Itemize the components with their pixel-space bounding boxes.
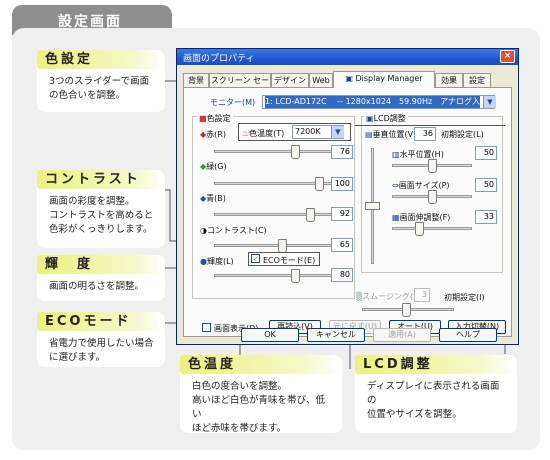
chevron-down-icon[interactable]: ▼ xyxy=(483,96,496,108)
eco-checkbox[interactable]: ✓ xyxy=(251,254,260,263)
screen-size-label: ⇔画面サイズ(P) xyxy=(392,181,450,190)
callout-desc: ディスプレイに表示される画面の 位置やサイズを調整。 xyxy=(367,381,500,420)
callout-title: 色温度 xyxy=(180,355,342,374)
brightness-label: ●輝度(L) xyxy=(200,257,234,266)
callout-desc: 3つのスライダーで画面 の色合いを調整。 xyxy=(49,76,150,101)
smoothing-slider-thumb[interactable] xyxy=(402,303,411,317)
tab-settings[interactable]: 設定 xyxy=(463,73,491,87)
monitor-value: 1: LCD-AD172C -- 1280x1024 59.90Hz アナログ入… xyxy=(265,96,480,108)
smoothing-label: ▒スムージング(S) xyxy=(356,292,422,301)
help-button[interactable]: ヘルプ xyxy=(439,328,497,342)
brightness-icon: ● xyxy=(200,257,207,266)
tab-screensaver[interactable]: スクリーン セーバー xyxy=(209,73,271,98)
color-group-label: ■色設定 xyxy=(197,113,233,124)
dialog-title: 画面のプロパティ xyxy=(183,54,255,64)
callout-contrast: コントラスト 画面の彩度を調整。 コントラストを高めると 色彩がくっきりします。 xyxy=(37,170,165,248)
eco-label: ECOモード(E) xyxy=(263,256,316,265)
dialog-titlebar[interactable]: 画面のプロパティ × xyxy=(177,49,518,65)
contrast-icon: ◑ xyxy=(200,226,207,235)
callout-title: ECOモード xyxy=(37,312,165,331)
callout-title: 輝 度 xyxy=(37,255,165,274)
tab-design[interactable]: デザイン xyxy=(271,73,309,87)
red-value[interactable]: 76 xyxy=(331,145,353,159)
tab-label: Display Manager xyxy=(355,74,423,83)
vpos-slider-thumb[interactable] xyxy=(365,202,380,210)
contrast-label: ◑コントラスト(C) xyxy=(200,226,267,235)
palette-icon: ■ xyxy=(199,114,207,123)
brightness-slider-track xyxy=(214,274,336,277)
tab-effects[interactable]: 効果 xyxy=(435,73,463,87)
blue-value[interactable]: 92 xyxy=(331,207,353,221)
initial-settings-2-label[interactable]: 初期設定(I) xyxy=(444,292,485,303)
hpos-slider-thumb[interactable] xyxy=(428,159,437,173)
callout-lcd-adjust: LCD調整 ディスプレイに表示される画面の 位置やサイズを調整。 xyxy=(355,355,517,433)
brightness-slider-thumb[interactable] xyxy=(291,269,300,283)
display-manager-icon: ▣ xyxy=(345,74,353,83)
contrast-slider-thumb[interactable] xyxy=(278,239,287,253)
callout-desc: 画面の彩度を調整。 コントラストを高めると 色彩がくっきりします。 xyxy=(49,196,154,235)
red-label: ◆赤(R) xyxy=(200,130,226,139)
callout-eco-mode: ECOモード 省電力で使用したい場合 に選びます。 xyxy=(37,312,165,367)
size-icon: ⇔ xyxy=(392,181,399,190)
callout-color-setting: 色設定 3つのスライダーで画面 の色合いを調整。 xyxy=(37,50,165,112)
callout-brightness: 輝 度 画面の明るさを調整。 xyxy=(37,255,165,301)
tab-background[interactable]: 背景 xyxy=(183,73,209,87)
screen-size-value[interactable]: 50 xyxy=(475,178,497,192)
blue-slider-thumb[interactable] xyxy=(306,208,315,222)
red-slider-track xyxy=(214,150,336,153)
ratio-value[interactable]: 33 xyxy=(475,210,497,224)
hpos-value[interactable]: 50 xyxy=(475,146,497,160)
close-button[interactable]: × xyxy=(500,50,515,63)
callout-title: LCD調整 xyxy=(355,355,517,374)
ratio-icon: ▦ xyxy=(392,213,400,222)
size-slider-thumb[interactable] xyxy=(428,190,437,204)
contrast-value[interactable]: 65 xyxy=(331,238,353,252)
ratio-slider-thumb[interactable] xyxy=(415,222,424,236)
callout-desc: 画面の明るさを調整。 xyxy=(49,281,145,292)
callout-title: コントラスト xyxy=(37,170,165,189)
ratio-slider-track xyxy=(392,227,472,230)
monitor-select[interactable]: 1: LCD-AD172C -- 1280x1024 59.90Hz アナログ入… xyxy=(262,95,495,109)
lcd-group-label: ▣LCD調整 xyxy=(364,113,408,124)
callout-desc: 白色の度合いを調整。 高いほど白色が青味を帯び、低い ほど赤味を帯びます。 xyxy=(192,381,326,434)
red-slider-thumb[interactable] xyxy=(291,145,300,159)
blue-slider-track xyxy=(214,213,336,216)
callout-title: 色設定 xyxy=(37,50,165,69)
brightness-value[interactable]: 80 xyxy=(331,268,353,282)
contrast-slider-track xyxy=(214,244,336,247)
display-properties-dialog: 画面のプロパティ × 背景 スクリーン セーバー デザイン Web ▣ Disp… xyxy=(176,48,519,345)
ok-button[interactable]: OK xyxy=(241,328,299,342)
green-label: ◆緑(G) xyxy=(200,162,227,171)
callout-color-temp: 色温度 白色の度合いを調整。 高いほど白色が青味を帯び、低い ほど赤味を帯びます… xyxy=(180,355,342,434)
tab-web[interactable]: Web xyxy=(309,73,333,87)
callout-desc: 省電力で使用したい場合 に選びます。 xyxy=(49,338,154,363)
chevron-down-icon[interactable]: ▼ xyxy=(331,126,344,138)
green-slider-thumb[interactable] xyxy=(315,177,324,191)
cancel-button[interactable]: キャンセル xyxy=(307,328,365,342)
smoothing-value[interactable]: 3 xyxy=(414,288,430,302)
blue-label: ◆青(B) xyxy=(200,194,226,203)
monitor-label: モニター(M) xyxy=(210,98,256,107)
hpos-icon: ▥ xyxy=(392,150,400,159)
tab-display-manager[interactable]: ▣ Display Manager xyxy=(333,71,435,88)
screen-display-checkbox[interactable] xyxy=(202,323,211,332)
green-value[interactable]: 100 xyxy=(331,177,353,191)
lcd-highlight-top xyxy=(355,125,505,135)
apply-button[interactable]: 適用(A) xyxy=(373,328,431,342)
color-temp-label: ♨色温度(T) xyxy=(242,129,285,138)
monitor-icon: ▣ xyxy=(366,114,374,123)
